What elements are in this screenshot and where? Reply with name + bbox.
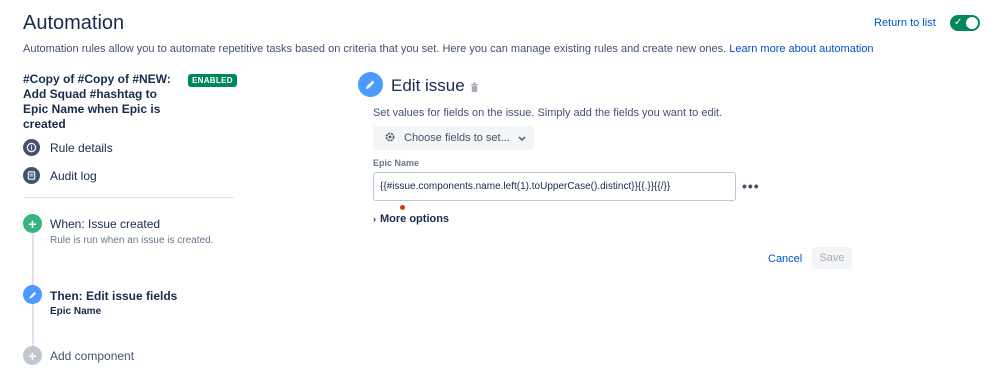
status-badge: ENABLED [188, 74, 237, 87]
epic-name-input[interactable] [373, 172, 736, 201]
editor-title: Edit issue [391, 76, 465, 95]
cursor-marker [400, 205, 405, 210]
list-icon [23, 167, 40, 184]
more-options-toggle[interactable]: › More options [373, 213, 449, 225]
toggle-knob [966, 17, 978, 29]
nav-rule-details[interactable]: Rule details [23, 139, 113, 156]
info-icon [23, 139, 40, 156]
more-options-label: More options [380, 213, 450, 225]
learn-more-link[interactable]: Learn more about automation [729, 43, 873, 55]
description-text: Automation rules allow you to automate r… [23, 43, 727, 55]
trash-icon[interactable] [470, 80, 479, 98]
choose-fields-label: Choose fields to set... [404, 132, 510, 144]
editor-description: Set values for fields on the issue. Simp… [373, 107, 723, 119]
chevron-down-icon [518, 132, 526, 144]
nav-audit-log[interactable]: Audit log [23, 167, 97, 184]
pencil-icon [23, 285, 42, 304]
page-description: Automation rules allow you to automate r… [23, 43, 874, 55]
step-action-title[interactable]: Then: Edit issue fields [50, 289, 177, 303]
epic-name-label: Epic Name [373, 158, 420, 168]
chevron-right-icon: › [373, 214, 376, 224]
rule-enabled-toggle[interactable]: ✓ [950, 15, 980, 31]
nav-divider [23, 197, 234, 198]
more-actions-icon[interactable]: ••• [742, 178, 760, 194]
step-trigger-subtitle: Rule is run when an issue is created. [50, 235, 214, 246]
nav-audit-log-label: Audit log [50, 168, 97, 183]
return-to-list-link[interactable]: Return to list [874, 17, 936, 29]
add-component-label[interactable]: Add component [50, 349, 134, 363]
step-trigger-title[interactable]: When: Issue created [50, 217, 160, 231]
gear-icon [384, 131, 396, 146]
page-title: Automation [23, 12, 125, 34]
edit-pencil-icon [358, 72, 383, 97]
cancel-button[interactable]: Cancel [760, 248, 810, 269]
nav-rule-details-label: Rule details [50, 140, 113, 155]
rule-name: #Copy of #Copy of #NEW: Add Squad #hasht… [23, 72, 171, 131]
step-action-subtitle: Epic Name [50, 306, 102, 317]
plus-icon: + [23, 214, 42, 233]
save-button[interactable]: Save [812, 247, 852, 269]
choose-fields-dropdown[interactable]: Choose fields to set... [373, 126, 534, 150]
add-component-icon[interactable]: + [23, 346, 42, 365]
check-icon: ✓ [954, 17, 963, 28]
